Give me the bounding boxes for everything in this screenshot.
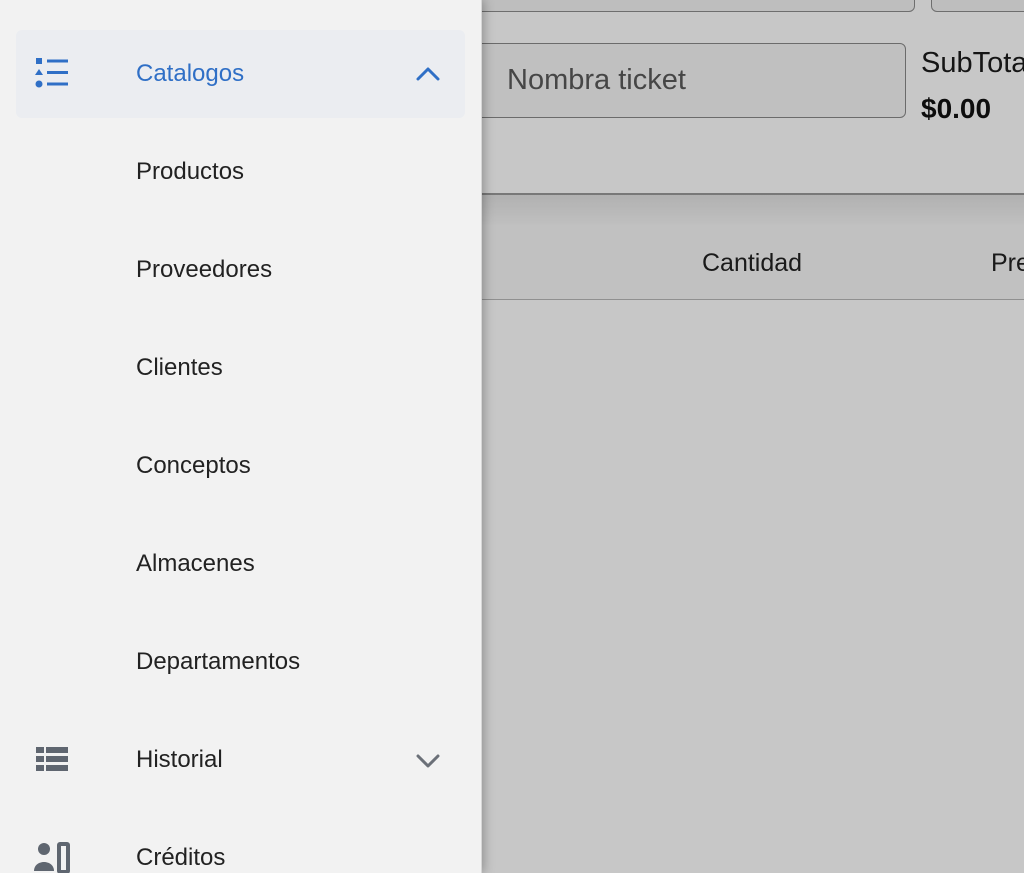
nav-label-creditos: Créditos	[136, 844, 226, 871]
chevron-down-icon	[414, 750, 442, 770]
nav-subitem-departamentos[interactable]: Departamentos	[16, 618, 465, 706]
app-screen: SubTota $0.00 nbre Cantidad Pre	[0, 0, 1024, 873]
nav-item-historial[interactable]: Historial	[16, 716, 465, 804]
user-card-icon	[34, 841, 70, 873]
nav-item-creditos[interactable]: Créditos	[16, 814, 465, 873]
nav-label-conceptos: Conceptos	[136, 452, 251, 479]
nav-subitem-clientes[interactable]: Clientes	[16, 324, 465, 412]
nav-label-clientes: Clientes	[136, 354, 223, 381]
list-icon	[34, 57, 70, 91]
nav-label-proveedores: Proveedores	[136, 256, 273, 283]
nav-item-catalogos[interactable]: Catalogos	[16, 30, 465, 118]
navigation-drawer: Catalogos Productos Proveedores Clientes…	[0, 0, 482, 873]
nav-subitem-conceptos[interactable]: Conceptos	[16, 422, 465, 510]
chevron-up-icon	[414, 64, 442, 84]
nav-subitem-proveedores[interactable]: Proveedores	[16, 226, 465, 314]
nav-label-departamentos: Departamentos	[136, 648, 301, 675]
nav-subitem-productos[interactable]: Productos	[16, 128, 465, 216]
nav-label-productos: Productos	[136, 158, 245, 185]
nav-label-catalogos: Catalogos	[136, 60, 245, 87]
table-list-icon	[34, 743, 70, 777]
nav-subitem-almacenes[interactable]: Almacenes	[16, 520, 465, 608]
nav-label-almacenes: Almacenes	[136, 550, 255, 577]
nav-label-historial: Historial	[136, 746, 223, 773]
